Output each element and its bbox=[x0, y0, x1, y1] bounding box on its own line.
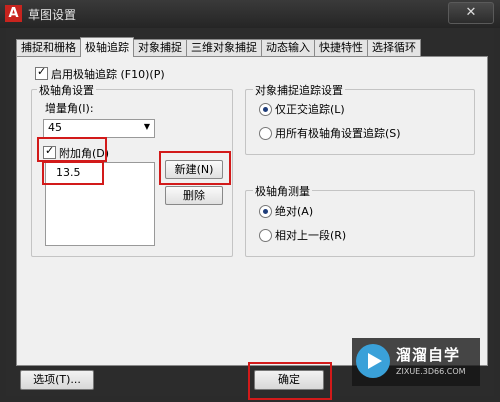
relative-last-segment-label: 相对上一段(R) bbox=[275, 229, 347, 242]
tab-polar-tracking[interactable]: 极轴追踪 bbox=[80, 37, 134, 57]
tab-3d-object-snap[interactable]: 三维对象捕捉 bbox=[186, 39, 262, 56]
play-logo-icon bbox=[356, 344, 390, 378]
increment-angle-select[interactable]: 45 ▼ bbox=[43, 119, 155, 138]
close-button[interactable]: ✕ bbox=[448, 2, 494, 24]
absolute-label: 绝对(A) bbox=[275, 205, 314, 218]
delete-angle-button[interactable]: 删除 bbox=[165, 186, 223, 205]
polar-tracking-panel: ✓ 启用极轴追踪 (F10)(P) 极轴角设置 增量角(I): 45 ▼ ✓ 附… bbox=[16, 56, 488, 366]
tab-selection-cycling[interactable]: 选择循环 bbox=[367, 39, 421, 56]
chevron-down-icon: ▼ bbox=[143, 122, 150, 131]
watermark-url: ZIXUE.3D66.COM bbox=[396, 367, 466, 376]
tab-object-snap[interactable]: 对象捕捉 bbox=[133, 39, 187, 56]
highlight-new-button bbox=[159, 151, 231, 185]
tab-quick-properties[interactable]: 快捷特性 bbox=[314, 39, 368, 56]
tab-dynamic-input[interactable]: 动态输入 bbox=[261, 39, 315, 56]
checkmark-icon: ✓ bbox=[37, 65, 47, 78]
enable-polar-checkbox[interactable]: ✓ bbox=[35, 65, 48, 80]
tab-strip: 捕捉和栅格 极轴追踪 对象捕捉 三维对象捕捉 动态输入 快捷特性 选择循环 bbox=[16, 37, 421, 57]
tab-snap-grid[interactable]: 捕捉和栅格 bbox=[16, 39, 81, 56]
highlight-angle-value bbox=[42, 161, 104, 185]
polar-measurement-group bbox=[245, 190, 475, 257]
enable-polar-label: 启用极轴追踪 (F10)(P) bbox=[51, 68, 165, 81]
window-title: 草图设置 bbox=[28, 8, 77, 22]
polar-angle-settings-legend: 极轴角设置 bbox=[37, 82, 96, 98]
object-snap-tracking-legend: 对象捕捉追踪设置 bbox=[253, 82, 345, 98]
polar-measurement-legend: 极轴角测量 bbox=[253, 183, 312, 199]
autocad-logo-icon: A bbox=[5, 5, 22, 22]
options-button[interactable]: 选项(T)... bbox=[20, 370, 94, 390]
all-polar-angles-radio[interactable] bbox=[259, 127, 272, 140]
watermark: 溜溜自学 ZIXUE.3D66.COM bbox=[352, 338, 480, 386]
relative-last-segment-radio[interactable] bbox=[259, 229, 272, 242]
orthogonal-only-radio[interactable] bbox=[259, 103, 272, 116]
watermark-title: 溜溜自学 bbox=[396, 346, 461, 364]
highlight-ok-button bbox=[248, 362, 332, 400]
orthogonal-only-label: 仅正交追踪(L) bbox=[275, 103, 345, 116]
increment-angle-value: 45 bbox=[48, 121, 62, 134]
object-snap-tracking-group bbox=[245, 89, 475, 155]
all-polar-angles-label: 用所有极轴角设置追踪(S) bbox=[275, 127, 401, 140]
title-bar: A 草图设置 ✕ bbox=[0, 0, 500, 28]
highlight-additional-angle bbox=[37, 137, 107, 162]
absolute-radio[interactable] bbox=[259, 205, 272, 218]
increment-angle-label: 增量角(I): bbox=[45, 102, 94, 115]
